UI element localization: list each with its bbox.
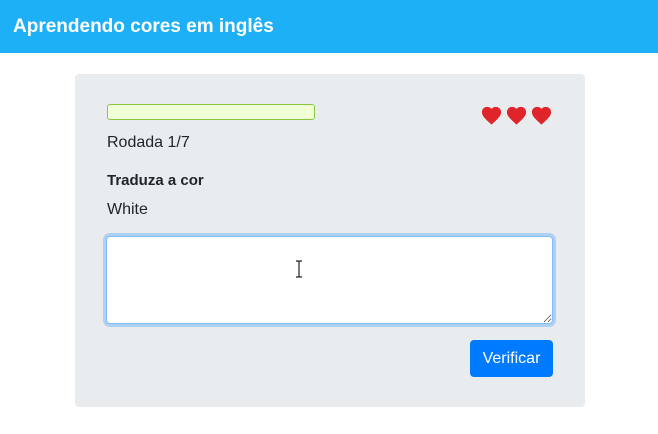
game-card: Rodada 1/7 Traduza a cor White Verificar — [75, 74, 585, 407]
lives-indicator — [480, 104, 553, 127]
navbar: Aprendendo cores em inglês — [0, 0, 658, 53]
color-word: White — [107, 201, 148, 218]
answer-input[interactable] — [106, 236, 553, 324]
heart-icon — [531, 106, 552, 125]
verify-button[interactable]: Verificar — [470, 340, 553, 377]
heart-icon — [506, 106, 527, 125]
round-counter: Rodada 1/7 — [107, 134, 190, 151]
progress-bar — [107, 104, 315, 120]
heart-icon — [481, 106, 502, 125]
prompt-label: Traduza a cor — [107, 172, 204, 189]
app-title: Aprendendo cores em inglês — [13, 15, 274, 37]
